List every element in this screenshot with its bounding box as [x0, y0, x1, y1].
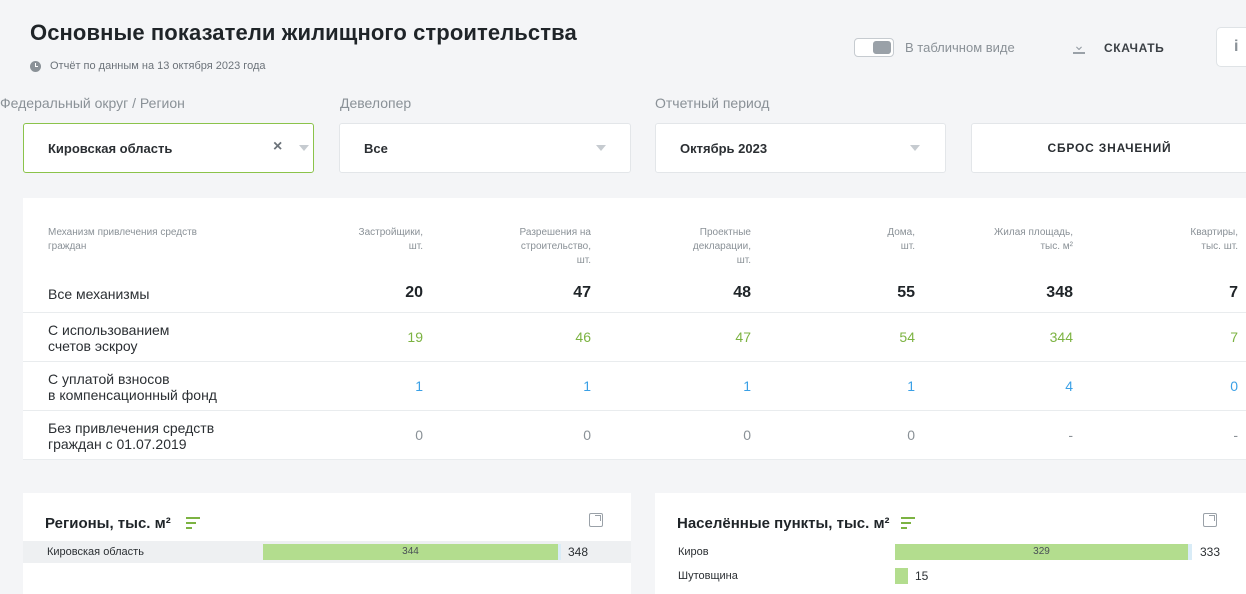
cell-apartments[interactable]: 0: [1158, 378, 1238, 394]
cell-area: 348: [1046, 284, 1073, 301]
region-select-value: Кировская область: [48, 141, 173, 156]
page-header: Основные показатели жилищного строительс…: [0, 0, 1246, 86]
cell-houses[interactable]: 54: [835, 329, 915, 345]
bar-track: [895, 568, 1192, 584]
expand-icon[interactable]: [589, 513, 603, 527]
period-select[interactable]: Октябрь 2023: [655, 123, 946, 173]
period-select-value: Октябрь 2023: [680, 141, 768, 156]
period-filter-label: Отчетный период: [655, 95, 770, 111]
cell-developers[interactable]: 1: [343, 378, 423, 394]
cell-apartments: 7: [1229, 284, 1238, 301]
row-label: С использованием счетов эскроу: [48, 322, 170, 354]
cell-developers: 20: [405, 284, 423, 301]
page-title: Основные показатели жилищного строительс…: [30, 20, 577, 45]
table-row[interactable]: С уплатой взносов в компенсационный фонд…: [23, 362, 1246, 411]
expand-icon[interactable]: [1203, 513, 1217, 527]
cell-declarations[interactable]: 1: [671, 378, 751, 394]
cell-area: -: [1068, 427, 1073, 443]
sort-icon[interactable]: [901, 517, 915, 529]
info-button[interactable]: i: [1216, 27, 1246, 67]
cell-declarations: 0: [743, 427, 751, 443]
developer-select-value: Все: [364, 141, 388, 156]
reset-button[interactable]: СБРОС ЗНАЧЕНИЙ: [971, 123, 1246, 173]
table-view-toggle[interactable]: [854, 38, 894, 57]
toggle-knob: [873, 41, 891, 54]
report-date: Отчёт по данным на 13 октября 2023 года: [30, 60, 265, 72]
table-header-declarations: Проектные декларации, шт.: [692, 227, 751, 266]
row-label: Все механизмы: [48, 286, 150, 302]
bar-value: 344: [402, 546, 419, 557]
bar-row[interactable]: Шутовщина 15: [655, 567, 1246, 589]
cell-apartments[interactable]: 7: [1158, 329, 1238, 345]
reset-button-label: СБРОС ЗНАЧЕНИЙ: [1047, 141, 1172, 155]
bar-marker: [1188, 544, 1192, 560]
cell-permits: 47: [573, 284, 591, 301]
cell-houses: 55: [897, 284, 915, 301]
developer-filter-label: Девелопер: [340, 95, 412, 111]
developer-select[interactable]: Все: [339, 123, 631, 173]
bar-track: 344: [263, 544, 561, 560]
bar-label: Киров: [678, 546, 709, 558]
cell-developers[interactable]: 19: [343, 329, 423, 345]
row-label: С уплатой взносов в компенсационный фонд: [48, 371, 217, 403]
report-date-text: Отчёт по данным на 13 октября 2023 года: [50, 60, 266, 72]
table-view-label[interactable]: В табличном виде: [905, 40, 1015, 55]
cell-permits[interactable]: 1: [511, 378, 591, 394]
table-header-mechanism: Механизм привлечения средств граждан: [48, 227, 197, 252]
chevron-down-icon[interactable]: [299, 145, 309, 151]
download-button[interactable]: СКАЧАТЬ: [1104, 41, 1164, 55]
regions-card-title: Регионы, тыс. м²: [45, 515, 171, 532]
row-label: Без привлечения средств граждан с 01.07.…: [48, 420, 215, 452]
table-header-developers: Застройщики, шт.: [358, 227, 423, 252]
cell-houses[interactable]: 1: [835, 378, 915, 394]
cell-declarations: 48: [733, 284, 751, 301]
region-select[interactable]: Кировская область ×: [23, 123, 314, 173]
bar-label: Шутовщина: [678, 570, 738, 582]
bar-value: 15: [915, 569, 929, 583]
clock-icon: [30, 60, 41, 72]
settlements-card-title: Населённые пункты, тыс. м²: [677, 515, 890, 532]
table-row[interactable]: С использованием счетов эскроу 19 46 47 …: [23, 313, 1246, 362]
table-row[interactable]: Все механизмы 20 47 48 55 348 7: [23, 276, 1246, 313]
bar-track: 329: [895, 544, 1192, 560]
cell-houses: 0: [907, 427, 915, 443]
sort-icon[interactable]: [186, 517, 200, 529]
cell-developers: 0: [415, 427, 423, 443]
download-icon[interactable]: ⌄: [1072, 38, 1086, 54]
cell-permits[interactable]: 46: [511, 329, 591, 345]
region-filter-label: Федеральный округ / Регион: [0, 95, 185, 111]
chevron-down-icon[interactable]: [596, 145, 606, 151]
bar-fill: [895, 568, 908, 584]
cell-apartments: -: [1233, 427, 1238, 443]
regions-card: Регионы, тыс. м² Кировская область 344 3…: [23, 493, 631, 594]
cell-area[interactable]: 4: [993, 378, 1073, 394]
bar-marker: [558, 544, 561, 560]
bar-total: 348: [568, 545, 589, 559]
bar-value: 329: [1033, 546, 1050, 557]
table-row[interactable]: Без привлечения средств граждан с 01.07.…: [23, 411, 1246, 460]
bar-row[interactable]: Кировская область 344 348: [23, 541, 631, 563]
chevron-down-icon[interactable]: [910, 145, 920, 151]
bar-row[interactable]: Киров 329 333: [655, 543, 1246, 565]
settlements-card: Населённые пункты, тыс. м² Киров 329 333…: [655, 493, 1246, 594]
bar-label: Кировская область: [47, 546, 144, 558]
cell-permits: 0: [583, 427, 591, 443]
cell-area[interactable]: 344: [993, 329, 1073, 345]
table-header-permits: Разрешения на строительство, шт.: [519, 227, 591, 266]
bar-total: 333: [1200, 545, 1221, 559]
clear-icon[interactable]: ×: [273, 138, 282, 156]
indicators-table: Механизм привлечения средств граждан Зас…: [23, 198, 1246, 460]
table-header-apartments: Квартиры, тыс. шт.: [1190, 227, 1238, 252]
cell-declarations[interactable]: 47: [671, 329, 751, 345]
table-header-houses: Дома, шт.: [887, 227, 915, 252]
table-header-area: Жилая площадь, тыс. м²: [994, 227, 1073, 252]
